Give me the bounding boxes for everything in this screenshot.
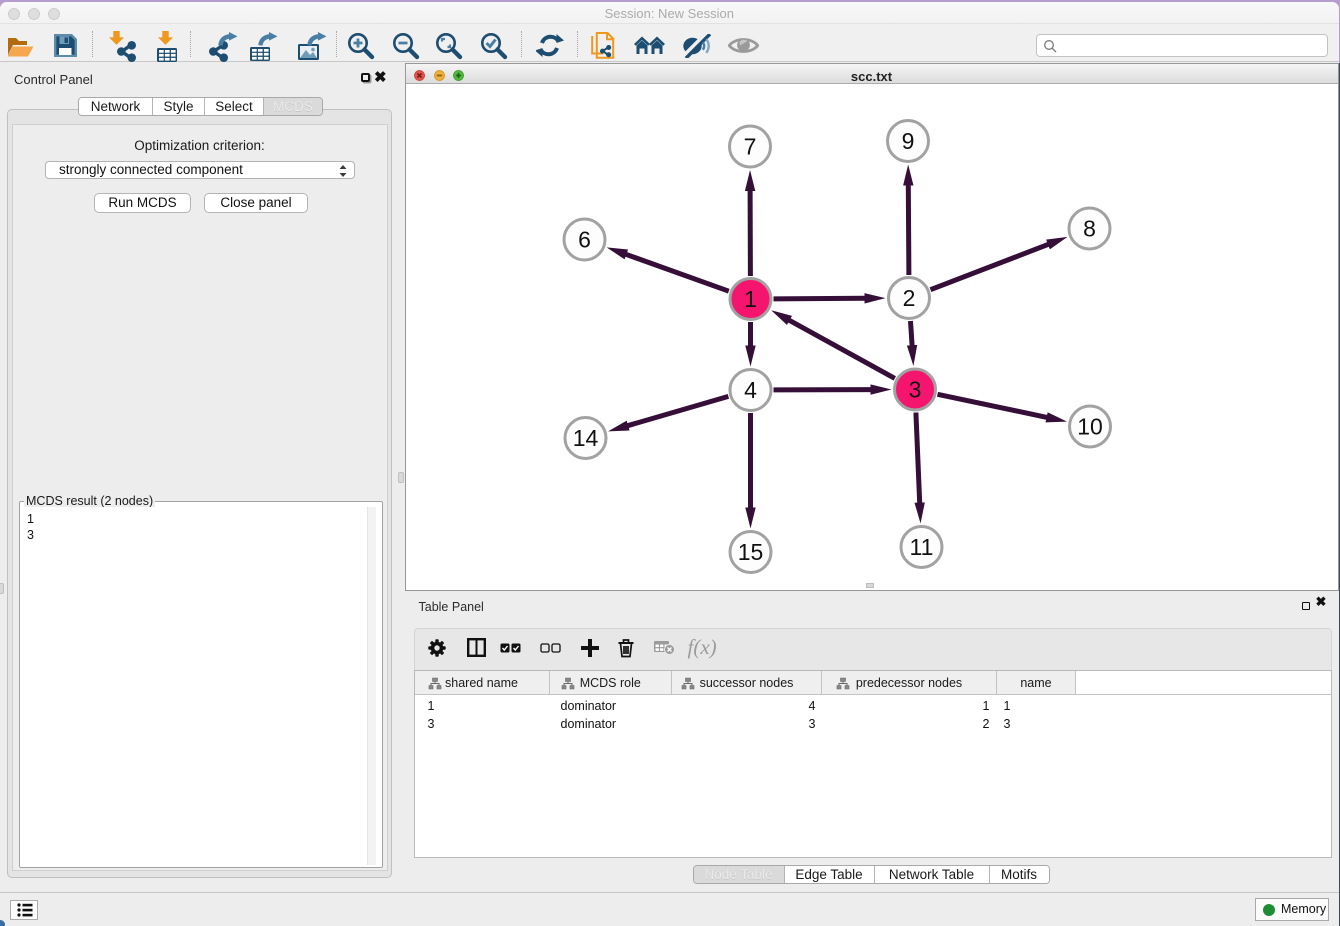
svg-text:9: 9 <box>901 128 914 154</box>
svg-text:8: 8 <box>1083 215 1096 241</box>
svg-text:15: 15 <box>737 539 763 565</box>
svg-text:2: 2 <box>902 285 915 311</box>
svg-text:14: 14 <box>572 425 598 451</box>
svg-text:4: 4 <box>744 377 757 403</box>
svg-text:7: 7 <box>743 133 756 159</box>
svg-text:6: 6 <box>578 226 591 252</box>
svg-text:1: 1 <box>744 286 757 312</box>
svg-text:10: 10 <box>1077 413 1103 439</box>
svg-text:11: 11 <box>909 534 933 560</box>
svg-text:3: 3 <box>908 376 921 402</box>
